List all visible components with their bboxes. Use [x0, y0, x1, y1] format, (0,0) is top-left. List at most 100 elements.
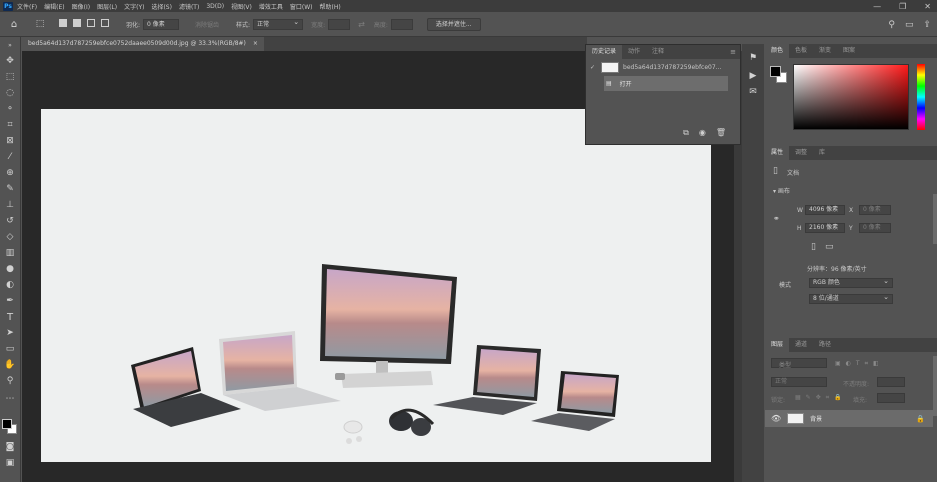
close-window-button[interactable]: ✕	[924, 2, 931, 11]
panel-menu-icon[interactable]: ≡	[730, 48, 736, 56]
clone-stamp-tool-icon[interactable]: ⊥	[3, 199, 17, 212]
history-snapshot[interactable]: ✓ bed5a64d137d787259ebfce07...	[586, 59, 740, 75]
zoom-tool-icon[interactable]: ⚲	[3, 375, 17, 388]
menu-window[interactable]: 窗口(W)	[290, 2, 313, 11]
menu-filter[interactable]: 滤镜(T)	[179, 2, 199, 11]
blend-mode-select[interactable]: 正常	[771, 377, 827, 387]
marquee-tool-preset-icon[interactable]: ⬚	[32, 19, 48, 29]
menu-file[interactable]: 文件(F)	[17, 2, 37, 11]
menu-edit[interactable]: 编辑(E)	[44, 2, 64, 11]
layer-filter-icons[interactable]: ▣◐T⌗◧	[835, 360, 884, 368]
eraser-tool-icon[interactable]: ◇	[3, 231, 17, 244]
pen-tool-icon[interactable]: ✒	[3, 295, 17, 308]
menu-layer[interactable]: 图层(L)	[97, 2, 117, 11]
color-foreground-swatch[interactable]	[770, 66, 781, 77]
move-tool-icon[interactable]: ✥	[3, 55, 17, 68]
tab-gradients[interactable]: 渐变	[813, 44, 837, 58]
hue-slider[interactable]	[917, 64, 925, 130]
menu-3d[interactable]: 3D(D)	[206, 3, 224, 10]
mode-select[interactable]: RGB 颜色	[809, 277, 893, 288]
visibility-eye-icon[interactable]: 👁	[771, 414, 781, 423]
path-select-tool-icon[interactable]: ➤	[3, 327, 17, 340]
type-tool-icon[interactable]: T	[3, 311, 17, 324]
tab-libraries[interactable]: 库	[813, 146, 831, 160]
style-select[interactable]: 正常	[253, 18, 304, 30]
foreground-color-swatch[interactable]	[2, 419, 12, 429]
tab-actions[interactable]: 动作	[622, 45, 646, 59]
eyedropper-tool-icon[interactable]: ⁄	[3, 151, 17, 164]
layer-lock-icon[interactable]: 🔒	[916, 415, 925, 423]
more-tools-icon[interactable]: ⋯	[3, 393, 17, 406]
brush-tool-icon[interactable]: ✎	[3, 183, 17, 196]
color-picker-field[interactable]	[793, 64, 909, 130]
rectangle-tool-icon[interactable]: ▭	[3, 343, 17, 356]
marquee-tool-icon[interactable]: ⬚	[3, 71, 17, 84]
new-document-from-state-icon[interactable]: ⧉	[683, 128, 689, 138]
properties-scrollbar[interactable]	[933, 194, 937, 244]
snapshot-camera-icon[interactable]: ◉	[699, 128, 706, 138]
layer-row-background[interactable]: 👁 背景 🔒	[765, 410, 933, 427]
menu-select[interactable]: 选择(S)	[151, 2, 172, 11]
history-brush-tool-icon[interactable]: ↺	[3, 215, 17, 228]
menu-view[interactable]: 视图(V)	[231, 2, 252, 11]
height-input[interactable]	[390, 18, 413, 30]
antialias-checkbox[interactable]: 消除锯齿	[195, 20, 219, 29]
close-tab-icon[interactable]: ×	[253, 40, 258, 47]
blur-tool-icon[interactable]: ●	[3, 263, 17, 276]
tab-color[interactable]: 颜色	[765, 44, 790, 58]
landscape-orientation-icon[interactable]: ▭	[825, 242, 834, 252]
selection-mode-new[interactable]	[56, 19, 70, 29]
tab-channels[interactable]: 通道	[789, 338, 813, 352]
feather-input[interactable]: 0 像素	[143, 18, 180, 30]
menu-help[interactable]: 帮助(H)	[320, 2, 341, 11]
document-tab[interactable]: bed5a64d137d787259ebfce0752daaee0509d00d…	[22, 37, 264, 51]
tab-notes[interactable]: 注释	[646, 45, 670, 59]
x-prop-input[interactable]: 0 像素	[859, 205, 891, 215]
canvas-section-header[interactable]: ▾ 画布	[773, 186, 790, 195]
bit-depth-select[interactable]: 8 位/通道	[809, 293, 893, 304]
menu-image[interactable]: 图像(I)	[72, 2, 90, 11]
screen-mode-icon[interactable]: ▣	[3, 457, 17, 470]
history-step[interactable]: ▤ 打开	[604, 76, 728, 91]
search-icon[interactable]: ⚲	[888, 20, 895, 30]
trash-icon[interactable]: 🗑	[716, 128, 726, 138]
swap-icon[interactable]: ⇄	[358, 20, 365, 29]
height-prop-input[interactable]: 2160 像素	[805, 223, 845, 233]
lasso-tool-icon[interactable]: ◌	[3, 87, 17, 100]
menu-type[interactable]: 文字(Y)	[124, 2, 144, 11]
tab-adjustments[interactable]: 调整	[789, 146, 813, 160]
tab-swatches[interactable]: 色板	[789, 44, 813, 58]
gradient-tool-icon[interactable]: ▥	[3, 247, 17, 260]
tab-paths[interactable]: 路径	[813, 338, 837, 352]
fill-input[interactable]	[877, 393, 905, 403]
width-input[interactable]	[328, 18, 351, 30]
healing-brush-tool-icon[interactable]: ⊕	[3, 167, 17, 180]
notes-dock-icon[interactable]: ✉	[746, 86, 760, 99]
home-icon[interactable]: ⌂	[6, 19, 22, 30]
workspace-icon[interactable]: ▭	[905, 20, 914, 30]
maximize-button[interactable]: ❐	[899, 2, 906, 11]
selection-mode-intersect[interactable]	[98, 19, 112, 29]
quick-select-tool-icon[interactable]: ⚬	[3, 103, 17, 116]
link-icon[interactable]: ⚭	[773, 214, 780, 223]
layers-scrollbar[interactable]	[933, 356, 937, 416]
selection-mode-add[interactable]	[70, 19, 84, 29]
width-prop-input[interactable]: 4096 像素	[805, 205, 845, 215]
tab-patterns[interactable]: 图案	[837, 44, 861, 58]
tab-properties[interactable]: 属性	[765, 146, 790, 160]
portrait-orientation-icon[interactable]: ▯	[811, 242, 816, 252]
opacity-input[interactable]	[877, 377, 905, 387]
minimize-button[interactable]: —	[873, 2, 881, 11]
quick-mask-icon[interactable]: ◙	[3, 441, 17, 454]
history-brush-dock-icon[interactable]: ⚑	[746, 52, 760, 65]
y-prop-input[interactable]: 0 像素	[859, 223, 891, 233]
menu-plugins[interactable]: 增效工具	[259, 2, 283, 11]
select-and-mask-button[interactable]: 选择并遮住...	[426, 17, 481, 31]
document-canvas[interactable]	[41, 109, 711, 462]
crop-tool-icon[interactable]: ⌗	[3, 119, 17, 132]
hand-tool-icon[interactable]: ✋	[3, 359, 17, 372]
lock-icons[interactable]: ▦✎✥⌗🔒	[795, 394, 847, 402]
selection-mode-subtract[interactable]	[84, 19, 98, 29]
tab-history[interactable]: 历史记录	[586, 45, 623, 59]
frame-tool-icon[interactable]: ⊠	[3, 135, 17, 148]
